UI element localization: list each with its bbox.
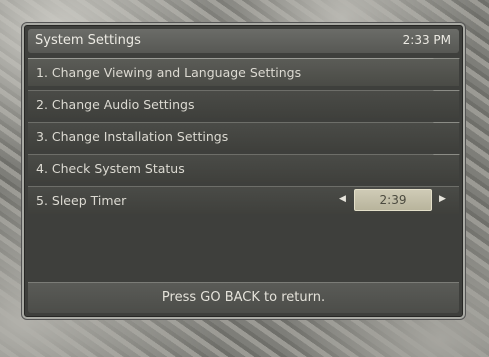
menu-item-installation[interactable]: 3. Change Installation Settings [28,122,469,150]
menu-item-label: 1. Change Viewing and Language Settings [36,65,302,80]
item-corner-decoration [433,90,469,101]
footer-hint: Press GO BACK to return. [28,282,459,313]
item-corner-decoration [433,122,469,133]
sleep-timer-stepper[interactable]: ◀ 2:39 ▶ [338,189,447,211]
menu-item-label: 2. Change Audio Settings [36,97,195,112]
menu-item-audio[interactable]: 2. Change Audio Settings [28,90,469,118]
go-back-instruction: Press GO BACK to return. [161,290,326,305]
menu-item-label: 3. Change Installation Settings [36,129,229,144]
item-corner-decoration [433,58,469,69]
menu-item-label: 5. Sleep Timer [36,193,127,208]
panel-header: System Settings 2:33 PM [28,29,459,53]
menu-item-system-status[interactable]: 4. Check System Status [28,154,469,182]
clock-time: 2:33 PM [402,33,451,47]
menu-item-label: 4. Check System Status [36,161,185,176]
sleep-timer-value: 2:39 [354,189,432,211]
triangle-right-icon[interactable]: ▶ [438,192,447,207]
menu-item-sleep-timer[interactable]: 5. Sleep Timer ◀ 2:39 ▶ [28,186,459,214]
system-settings-panel: System Settings 2:33 PM 1. Change Viewin… [22,23,469,319]
page-title: System Settings [35,33,141,48]
triangle-left-icon[interactable]: ◀ [338,192,347,207]
settings-menu: 1. Change Viewing and Language Settings … [28,58,469,218]
menu-item-viewing-language[interactable]: 1. Change Viewing and Language Settings [28,58,469,86]
item-corner-decoration [433,154,469,165]
